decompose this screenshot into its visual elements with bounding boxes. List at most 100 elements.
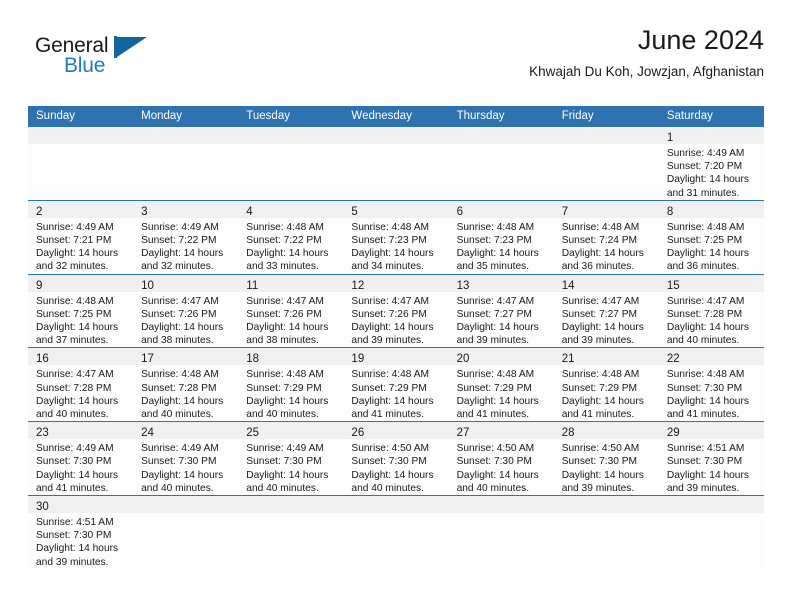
weekday-header-thursday: Thursday <box>448 106 554 127</box>
day-number-band: 11 <box>238 274 344 292</box>
calendar-day-cell[interactable]: 12 Sunrise: 4:47 AM Sunset: 7:26 PM Dayligh… <box>343 273 449 348</box>
sunrise-text: Sunrise: 4:47 AM <box>666 295 745 307</box>
calendar-day-cell[interactable]: 20 Sunrise: 4:48 AM Sunset: 7:29 PM Dayligh… <box>448 347 554 422</box>
day-details: Sunrise: 4:50 AM Sunset: 7:30 PM Daylight:… <box>343 439 448 495</box>
calendar-day-cell[interactable]: 8 Sunrise: 4:48 AM Sunset: 7:25 PM Daylight… <box>658 199 764 275</box>
day-details: Sunrise: 4:48 AM Sunset: 7:29 PM Daylight:… <box>449 365 554 421</box>
calendar-cell-empty <box>343 127 449 201</box>
calendar-day-cell[interactable]: 2 Sunrise: 4:49 AM Sunset: 7:21 PM Daylight… <box>28 199 134 275</box>
daylight-text-line2: and 31 minutes. <box>666 187 740 199</box>
day-details: Sunrise: 4:48 AM Sunset: 7:29 PM Daylight:… <box>343 365 448 421</box>
sunset-text: Sunset: 7:22 PM <box>141 235 217 247</box>
calendar-day-cell[interactable]: 27 Sunrise: 4:50 AM Sunset: 7:30 PM Dayligh… <box>448 421 554 496</box>
sunrise-text: Sunrise: 4:48 AM <box>456 221 535 233</box>
sunrise-text: Sunrise: 4:51 AM <box>36 517 114 529</box>
day-number-band <box>658 496 764 514</box>
calendar-week-row: 9 Sunrise: 4:48 AM Sunset: 7:25 PM Daylight… <box>28 273 764 348</box>
sunrise-text: Sunrise: 4:49 AM <box>246 443 324 455</box>
sunrise-text: Sunrise: 4:47 AM <box>36 369 114 381</box>
calendar-day-cell[interactable]: 16 Sunrise: 4:47 AM Sunset: 7:28 PM Dayligh… <box>28 347 134 422</box>
day-details: Sunrise: 4:49 AM Sunset: 7:22 PM Daylight:… <box>133 218 238 274</box>
daylight-text-line2: and 39 minutes. <box>561 335 635 347</box>
calendar-day-cell[interactable]: 11 Sunrise: 4:47 AM Sunset: 7:26 PM Dayligh… <box>238 273 344 348</box>
calendar-week-row: 1 Sunrise: 4:49 AM Sunset: 7:20 PM Daylight… <box>28 127 764 201</box>
sunset-text: Sunset: 7:20 PM <box>666 161 743 173</box>
calendar-day-cell[interactable]: 18 Sunrise: 4:48 AM Sunset: 7:29 PM Dayligh… <box>238 347 344 422</box>
day-number: 16 <box>36 353 49 366</box>
calendar-cell-empty <box>658 495 764 569</box>
day-number: 24 <box>141 427 154 440</box>
daylight-text-line2: and 40 minutes. <box>246 482 319 494</box>
calendar-day-cell[interactable]: 22 Sunrise: 4:48 AM Sunset: 7:30 PM Dayligh… <box>658 347 764 422</box>
daylight-text-line1: Daylight: 14 hours <box>351 248 434 260</box>
day-number-band <box>238 496 344 514</box>
calendar-day-cell[interactable]: 5 Sunrise: 4:48 AM Sunset: 7:23 PM Daylight… <box>343 199 449 275</box>
day-number-band: 5 <box>343 200 449 218</box>
daylight-text-line1: Daylight: 14 hours <box>351 469 434 481</box>
day-number: 7 <box>561 205 569 218</box>
daylight-text-line1: Daylight: 14 hours <box>561 469 644 481</box>
day-number-band <box>553 496 659 514</box>
calendar-day-cell[interactable]: 23 Sunrise: 4:49 AM Sunset: 7:30 PM Dayligh… <box>28 421 134 496</box>
calendar-day-cell[interactable]: 9 Sunrise: 4:48 AM Sunset: 7:25 PM Daylight… <box>28 273 134 348</box>
sunset-text: Sunset: 7:30 PM <box>666 456 743 468</box>
sunrise-text: Sunrise: 4:47 AM <box>351 295 430 307</box>
calendar-day-cell[interactable]: 30 Sunrise: 4:51 AM Sunset: 7:30 PM Dayligh… <box>28 495 134 569</box>
sunrise-text: Sunrise: 4:47 AM <box>246 295 324 307</box>
calendar-day-cell[interactable]: 24 Sunrise: 4:49 AM Sunset: 7:30 PM Dayligh… <box>133 421 239 496</box>
calendar-page: General Blue June 2024 Khwajah Du Koh, J… <box>0 0 792 612</box>
calendar-day-cell[interactable]: 4 Sunrise: 4:48 AM Sunset: 7:22 PM Daylight… <box>238 199 344 275</box>
sunset-text: Sunset: 7:22 PM <box>246 235 322 247</box>
calendar-day-cell[interactable]: 19 Sunrise: 4:48 AM Sunset: 7:29 PM Dayligh… <box>343 347 449 422</box>
day-number-band <box>448 496 554 514</box>
calendar-day-cell[interactable]: 7 Sunrise: 4:48 AM Sunset: 7:24 PM Daylight… <box>553 199 659 275</box>
sunset-text: Sunset: 7:24 PM <box>561 235 638 247</box>
day-number-band: 15 <box>658 274 764 292</box>
weekday-header-monday: Monday <box>133 106 239 127</box>
sunset-text: Sunset: 7:25 PM <box>666 235 743 247</box>
day-number: 28 <box>561 427 575 440</box>
calendar-day-cell[interactable]: 10 Sunrise: 4:47 AM Sunset: 7:26 PM Dayligh… <box>133 273 239 348</box>
sunrise-text: Sunrise: 4:48 AM <box>351 221 430 233</box>
daylight-text-line2: and 40 minutes. <box>666 335 740 347</box>
calendar-day-cell[interactable]: 26 Sunrise: 4:50 AM Sunset: 7:30 PM Dayligh… <box>343 421 449 496</box>
weekday-header-friday: Friday <box>553 106 659 127</box>
sunset-text: Sunset: 7:23 PM <box>456 235 532 247</box>
day-details: Sunrise: 4:47 AM Sunset: 7:28 PM Daylight:… <box>28 365 133 421</box>
calendar-day-cell[interactable]: 25 Sunrise: 4:49 AM Sunset: 7:30 PM Dayligh… <box>238 421 344 496</box>
daylight-text-line1: Daylight: 14 hours <box>141 322 224 334</box>
calendar-grid: Sunday Monday Tuesday Wednesday Thursday… <box>28 106 764 569</box>
sunset-text: Sunset: 7:27 PM <box>456 308 532 320</box>
day-details: Sunrise: 4:49 AM Sunset: 7:20 PM Daylight:… <box>659 144 764 200</box>
calendar-day-cell[interactable]: 3 Sunrise: 4:49 AM Sunset: 7:22 PM Daylight… <box>133 199 239 275</box>
daylight-text-line1: Daylight: 14 hours <box>666 174 749 186</box>
daylight-text-line2: and 40 minutes. <box>351 482 424 494</box>
day-number: 3 <box>141 205 148 218</box>
sunrise-text: Sunrise: 4:49 AM <box>36 221 114 233</box>
calendar-day-cell[interactable]: 17 Sunrise: 4:48 AM Sunset: 7:28 PM Dayligh… <box>133 347 239 422</box>
day-number-band: 6 <box>448 200 554 218</box>
calendar-week-row: 16 Sunrise: 4:47 AM Sunset: 7:28 PM Dayligh… <box>28 347 764 422</box>
daylight-text-line1: Daylight: 14 hours <box>141 469 224 481</box>
calendar-cell-empty <box>238 495 344 569</box>
day-details: Sunrise: 4:48 AM Sunset: 7:24 PM Daylight:… <box>554 218 659 274</box>
calendar-day-cell[interactable]: 21 Sunrise: 4:48 AM Sunset: 7:29 PM Dayligh… <box>553 347 659 422</box>
calendar-day-cell[interactable]: 6 Sunrise: 4:48 AM Sunset: 7:23 PM Daylight… <box>448 199 554 275</box>
sunrise-text: Sunrise: 4:48 AM <box>561 369 640 381</box>
day-number-band <box>28 127 134 144</box>
daylight-text-line2: and 32 minutes. <box>141 261 214 273</box>
brand-logo[interactable]: General Blue <box>35 34 185 86</box>
calendar-day-cell[interactable]: 13 Sunrise: 4:47 AM Sunset: 7:27 PM Dayligh… <box>448 273 554 348</box>
daylight-text-line2: and 41 minutes. <box>36 482 109 494</box>
calendar-day-cell[interactable]: 15 Sunrise: 4:47 AM Sunset: 7:28 PM Dayligh… <box>658 273 764 348</box>
day-number: 30 <box>36 501 49 514</box>
day-details: Sunrise: 4:48 AM Sunset: 7:23 PM Daylight:… <box>343 218 448 274</box>
sunrise-text: Sunrise: 4:48 AM <box>36 295 114 307</box>
day-number: 23 <box>36 427 49 440</box>
weekday-header-tuesday: Tuesday <box>238 106 344 127</box>
calendar-day-cell[interactable]: 28 Sunrise: 4:50 AM Sunset: 7:30 PM Dayligh… <box>553 421 659 496</box>
page-subtitle: Khwajah Du Koh, Jowzjan, Afghanistan <box>529 64 764 79</box>
calendar-day-cell[interactable]: 14 Sunrise: 4:47 AM Sunset: 7:27 PM Dayligh… <box>553 273 659 348</box>
calendar-day-cell[interactable]: 1 Sunrise: 4:49 AM Sunset: 7:20 PM Daylight… <box>658 127 764 201</box>
calendar-day-cell[interactable]: 29 Sunrise: 4:51 AM Sunset: 7:30 PM Dayligh… <box>658 421 764 496</box>
